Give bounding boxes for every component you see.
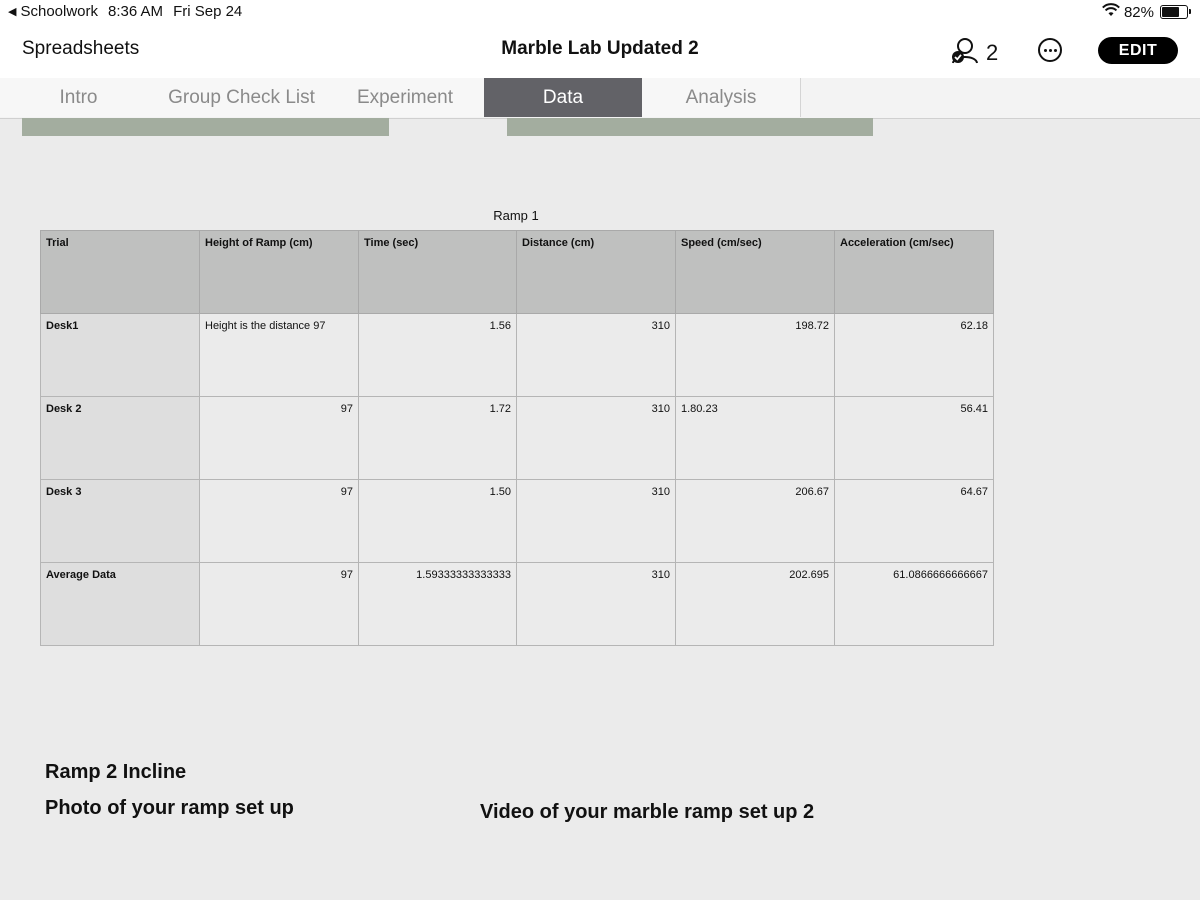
table-cell[interactable]: 310 xyxy=(516,479,676,563)
table-cell[interactable]: 206.67 xyxy=(675,479,835,563)
table-cell[interactable]: 310 xyxy=(516,562,676,646)
back-app-label[interactable]: Schoolwork xyxy=(20,3,98,20)
header-cell[interactable]: Acceleration (cm/sec) xyxy=(834,230,994,314)
battery-percent: 82% xyxy=(1123,3,1154,21)
row-header-cell[interactable]: Desk 2 xyxy=(40,396,200,480)
table-header-row: Trial Height of Ramp (cm) Time (sec) Dis… xyxy=(40,230,994,314)
tab-experiment[interactable]: Experiment xyxy=(326,78,485,117)
table-cell[interactable]: 1.50 xyxy=(358,479,517,563)
status-bar: ◀ Schoolwork 8:36 AM Fri Sep 24 82% xyxy=(0,0,1200,24)
table-row: Desk1 Height is the distance 97 1.56 310… xyxy=(40,313,994,397)
table-cell[interactable]: 1.56 xyxy=(358,313,517,397)
table-cell[interactable]: 310 xyxy=(516,396,676,480)
table-row: Average Data 97 1.59333333333333 310 202… xyxy=(40,562,994,646)
table-row: Desk 2 97 1.72 310 1.80.23 56.41 xyxy=(40,396,994,480)
collaborators-button[interactable]: 2 xyxy=(950,36,998,70)
wifi-icon xyxy=(1102,3,1120,21)
table-cell[interactable]: 1.72 xyxy=(358,396,517,480)
tab-data[interactable]: Data xyxy=(484,78,643,117)
header-cell[interactable]: Trial xyxy=(40,230,200,314)
table-cell[interactable]: 62.18 xyxy=(834,313,994,397)
header-cell[interactable]: Time (sec) xyxy=(358,230,517,314)
table-cell[interactable]: 97 xyxy=(199,396,359,480)
collaborators-icon xyxy=(950,36,980,70)
video-label[interactable]: Video of your marble ramp set up 2 xyxy=(480,801,814,824)
nav-bar: Spreadsheets Marble Lab Updated 2 2 EDIT xyxy=(0,24,1200,79)
status-time: 8:36 AM xyxy=(108,3,164,20)
sheet-tabs: Intro Group Check List Experiment Data A… xyxy=(0,78,1200,119)
tab-analysis[interactable]: Analysis xyxy=(642,78,801,117)
row-header-cell[interactable]: Average Data xyxy=(40,562,200,646)
more-options-icon[interactable] xyxy=(1038,38,1062,62)
header-cell[interactable]: Height of Ramp (cm) xyxy=(199,230,359,314)
ramp1-data-table[interactable]: Trial Height of Ramp (cm) Time (sec) Dis… xyxy=(40,230,994,646)
image-placeholder-right[interactable] xyxy=(507,118,873,136)
back-triangle-icon[interactable]: ◀ xyxy=(8,5,16,18)
tab-group-check-list[interactable]: Group Check List xyxy=(157,78,327,117)
table-cell[interactable]: 97 xyxy=(199,562,359,646)
edit-button[interactable]: EDIT xyxy=(1098,37,1178,64)
table-cell[interactable]: 1.59333333333333 xyxy=(358,562,517,646)
table-title: Ramp 1 xyxy=(493,208,539,223)
header-cell[interactable]: Speed (cm/sec) xyxy=(675,230,835,314)
table-cell[interactable]: Height is the distance 97 xyxy=(199,313,359,397)
table-cell[interactable]: 56.41 xyxy=(834,396,994,480)
photo-label[interactable]: Photo of your ramp set up xyxy=(45,797,294,820)
spreadsheets-back-button[interactable]: Spreadsheets xyxy=(22,38,139,60)
header-cell[interactable]: Distance (cm) xyxy=(516,230,676,314)
table-cell[interactable]: 202.695 xyxy=(675,562,835,646)
table-cell[interactable]: 64.67 xyxy=(834,479,994,563)
status-date: Fri Sep 24 xyxy=(173,3,243,20)
document-title: Marble Lab Updated 2 xyxy=(501,38,699,59)
table-cell[interactable]: 310 xyxy=(516,313,676,397)
collaborator-count: 2 xyxy=(986,40,999,65)
table-cell[interactable]: 97 xyxy=(199,479,359,563)
image-placeholder-left[interactable] xyxy=(22,118,389,136)
row-header-cell[interactable]: Desk 3 xyxy=(40,479,200,563)
ramp2-heading[interactable]: Ramp 2 Incline xyxy=(45,761,186,784)
row-header-cell[interactable]: Desk1 xyxy=(40,313,200,397)
battery-icon xyxy=(1160,5,1191,19)
table-cell[interactable]: 198.72 xyxy=(675,313,835,397)
table-row: Desk 3 97 1.50 310 206.67 64.67 xyxy=(40,479,994,563)
table-cell[interactable]: 61.0866666666667 xyxy=(834,562,994,646)
tab-intro[interactable]: Intro xyxy=(0,78,158,117)
table-cell[interactable]: 1.80.23 xyxy=(675,396,835,480)
